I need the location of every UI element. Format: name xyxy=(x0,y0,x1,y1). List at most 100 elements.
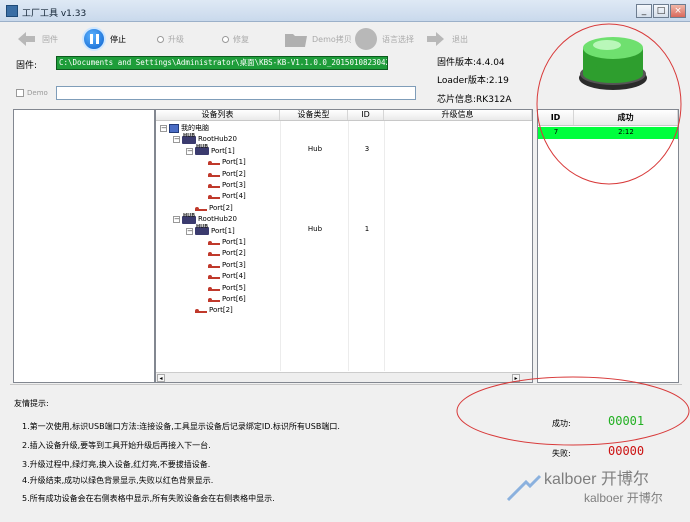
demo-path-field[interactable] xyxy=(56,86,416,100)
demo-checkbox-label: Demo xyxy=(27,89,48,97)
folder-icon xyxy=(284,27,308,51)
exit-button[interactable]: 退出 xyxy=(424,26,468,52)
horizontal-scrollbar[interactable]: ◂ ▸ xyxy=(156,372,532,382)
collapse-icon[interactable]: − xyxy=(186,147,193,155)
table-row[interactable]: Port[2] xyxy=(156,201,532,212)
col-id[interactable]: ID xyxy=(348,110,384,120)
hint-item-2: 2.插入设备升级,要等到工具开始升级后再接入下一台. xyxy=(22,441,211,450)
title-bar xyxy=(0,0,690,22)
usb-icon xyxy=(208,251,220,257)
chip-info-text: 芯片信息:RK312A xyxy=(437,95,512,105)
device-tree: − 我的电脑 − HUB RootHub20− HUB Port[1] Hub 3 Port[1]… xyxy=(156,121,532,371)
usb-icon xyxy=(208,286,220,291)
usb-icon xyxy=(195,206,207,211)
result-row[interactable]: 7 2:12 xyxy=(538,127,678,139)
column-divider xyxy=(348,121,349,371)
demo-copy-button[interactable]: Demo拷贝 xyxy=(284,26,352,52)
demo-checkbox[interactable]: Demo xyxy=(16,89,48,97)
table-row[interactable]: − HUB RootHub20 xyxy=(156,132,532,144)
usb-icon xyxy=(208,240,220,245)
hint-item-4: 4.升级结束,成功以绿色背景显示,失败以红色背景显示. xyxy=(22,476,214,485)
firmware-button-label: 固件 xyxy=(42,34,58,44)
hint-item-5: 5.所有成功设备会在右侧表格中显示,所有失败设备会在右侧表格中显示. xyxy=(22,494,275,503)
firmware-label: 固件: xyxy=(16,61,38,71)
result-table[interactable]: ID 成功 7 2:12 xyxy=(537,109,679,383)
repair-radio-dot xyxy=(222,35,229,43)
watermark-logo: kalboer 开博尔 kalboer 开博尔 xyxy=(504,452,684,512)
table-row[interactable]: Port[4] xyxy=(156,269,532,280)
table-row[interactable]: Port[3] xyxy=(156,258,532,269)
upgrade-radio-label: 升级 xyxy=(168,34,184,44)
svg-text:kalboer 开博尔: kalboer 开博尔 xyxy=(544,470,649,488)
device-id: 1 xyxy=(364,224,370,233)
device-table[interactable]: 设备列表 设备类型 ID 升级信息 − 我的电脑 − HUB RootHub20− HUB… xyxy=(155,109,533,383)
table-row[interactable]: Port[3] xyxy=(156,178,532,189)
col-device-type[interactable]: 设备类型 xyxy=(280,110,348,120)
hub-icon: HUB xyxy=(195,224,209,236)
device-name: Port[2] xyxy=(209,306,233,315)
table-row[interactable]: Port[2] xyxy=(156,246,532,257)
scroll-right-icon[interactable]: ▸ xyxy=(512,374,520,382)
tree-node: Port[2] xyxy=(186,305,233,316)
col-result-id[interactable]: ID xyxy=(538,110,574,125)
arrow-left-icon xyxy=(14,27,38,51)
exit-button-label: 退出 xyxy=(452,34,468,44)
arrow-right-icon xyxy=(424,27,448,51)
table-row[interactable]: Port[2] xyxy=(156,167,532,178)
col-result-success[interactable]: 成功 xyxy=(574,110,678,125)
column-divider xyxy=(384,121,385,371)
close-button[interactable]: × xyxy=(670,4,686,18)
demo-checkbox-box xyxy=(16,89,24,97)
table-row[interactable]: Port[2] xyxy=(156,303,532,314)
collapse-icon[interactable]: − xyxy=(173,136,180,144)
col-device-list[interactable]: 设备列表 xyxy=(156,110,280,120)
table-row[interactable]: − HUB Port[1] Hub 1 xyxy=(156,224,532,236)
usb-icon xyxy=(208,274,220,280)
upgrade-radio[interactable]: 升级 xyxy=(157,26,184,52)
repair-radio-label: 修复 xyxy=(233,34,249,44)
stop-button[interactable]: 停止 xyxy=(82,26,126,52)
usb-icon xyxy=(208,172,220,177)
usb-icon xyxy=(195,308,207,314)
scroll-left-icon[interactable]: ◂ xyxy=(157,374,165,382)
collapse-icon[interactable]: − xyxy=(173,216,180,224)
demo-copy-label: Demo拷贝 xyxy=(312,34,352,44)
device-id: 3 xyxy=(364,144,370,153)
table-row[interactable]: Port[6] xyxy=(156,292,532,303)
result-row-value: 2:12 xyxy=(618,128,634,136)
status-light-icon xyxy=(577,34,649,92)
col-upgrade-info[interactable]: 升级信息 xyxy=(384,110,532,120)
usb-icon xyxy=(208,263,220,268)
table-row[interactable]: Port[5] xyxy=(156,281,532,292)
firmware-button[interactable]: 固件 xyxy=(14,26,58,52)
table-row[interactable]: Port[4] xyxy=(156,189,532,200)
table-row[interactable]: − HUB RootHub20 xyxy=(156,212,532,224)
repair-radio[interactable]: 修复 xyxy=(222,26,249,52)
language-button-label: 语言选择 xyxy=(382,34,414,44)
device-type: Hub xyxy=(307,224,323,233)
firmware-path-field[interactable]: C:\Documents and Settings\Administrator\… xyxy=(56,56,388,70)
minimize-button[interactable]: _ xyxy=(636,4,652,18)
left-list-panel[interactable] xyxy=(13,109,155,383)
table-row[interactable]: Port[1] xyxy=(156,155,532,166)
device-type: Hub xyxy=(307,144,323,153)
result-table-header: ID 成功 xyxy=(538,110,678,126)
collapse-icon[interactable]: − xyxy=(160,125,167,132)
table-row[interactable]: Port[1] xyxy=(156,235,532,246)
hints-title: 友情提示: xyxy=(14,399,49,408)
table-row[interactable]: − HUB Port[1] Hub 3 xyxy=(156,144,532,156)
fw-version-text: 固件版本:4.4.04 xyxy=(437,58,505,68)
loader-version-text: Loader版本:2.19 xyxy=(437,76,509,86)
hint-item-3: 3.升级过程中,绿灯亮,换入设备,红灯亮,不要拔插设备. xyxy=(22,460,211,469)
language-button[interactable]: 语言选择 xyxy=(354,26,414,52)
stop-button-label: 停止 xyxy=(110,34,126,44)
success-count-label: 成功: xyxy=(552,419,571,428)
collapse-icon[interactable]: − xyxy=(186,227,193,235)
column-divider xyxy=(280,121,281,371)
hub-icon: HUB xyxy=(182,133,196,144)
device-table-header: 设备列表 设备类型 ID 升级信息 xyxy=(156,110,532,121)
maximize-button[interactable]: □ xyxy=(653,4,669,18)
window-title: 工厂工具 v1.33 xyxy=(22,9,87,19)
table-row[interactable]: − 我的电脑 xyxy=(156,121,532,133)
pause-icon xyxy=(82,27,106,51)
